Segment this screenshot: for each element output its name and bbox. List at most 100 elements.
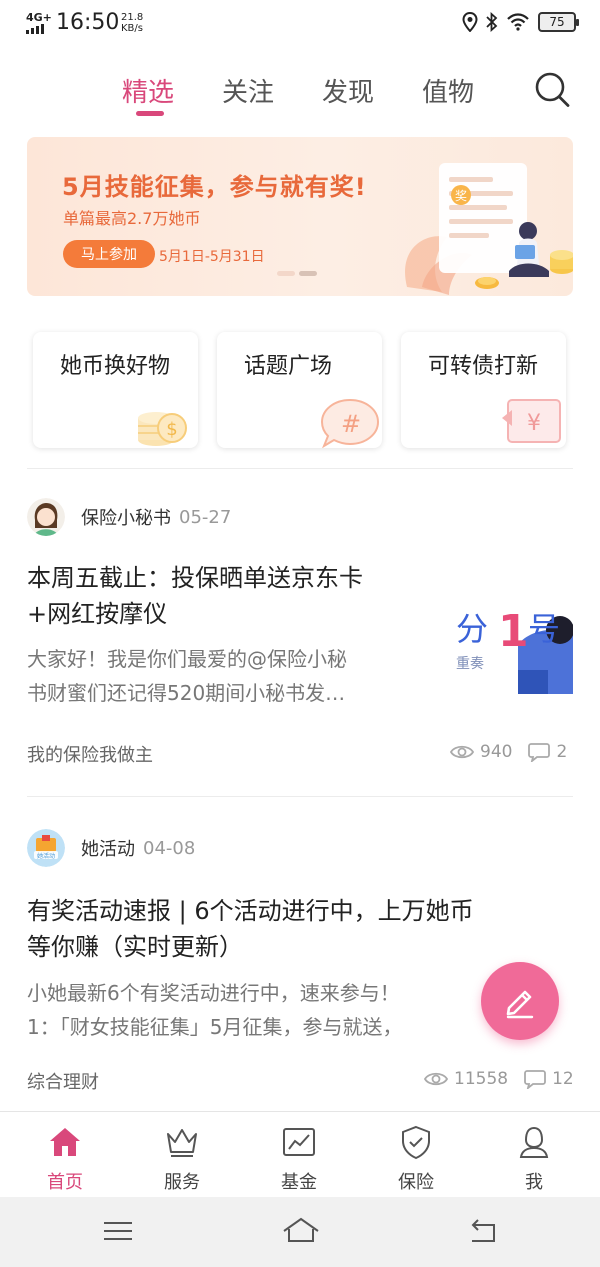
nav-label: 保险	[398, 1172, 434, 1193]
person-icon	[519, 1126, 549, 1158]
comment-icon	[524, 1070, 546, 1089]
post-excerpt-line: 大家好！我是你们最爱的@保险小秘	[27, 647, 347, 671]
avatar-caption: 她活动	[37, 852, 55, 860]
carousel-dot-active	[299, 271, 317, 276]
location-icon	[462, 12, 478, 32]
network-speed: 21.8 KB/s	[121, 12, 143, 34]
nav-insurance[interactable]: 保险	[366, 1124, 466, 1194]
network-speed-value: 21.8	[121, 12, 144, 23]
comment-icon	[528, 743, 551, 762]
post-thumbnail[interactable]: 分 1 号 重奏	[448, 600, 573, 694]
back-icon[interactable]	[466, 1215, 502, 1247]
tab-following[interactable]: 关注	[222, 72, 274, 109]
nav-me[interactable]: 我	[484, 1124, 584, 1194]
status-bar: 4G+ 16:50 21.8 KB/s 75	[0, 0, 600, 48]
thumbnail-image: 分 1 号 重奏	[448, 600, 573, 694]
network-speed-unit: KB/s	[121, 23, 143, 34]
banner-date-range: 5月1日-5月31日	[159, 249, 265, 265]
post-date: 04-08	[143, 837, 196, 859]
post-excerpt-line: 1：「财女技能征集」5月征集，参与就送，	[27, 1015, 403, 1039]
svg-text:#: #	[341, 410, 361, 438]
banner-title: 5月技能征集，参与就有奖!	[62, 173, 367, 201]
post-author[interactable]: 她活动 她活动 04-08	[27, 829, 195, 867]
avatar	[27, 498, 65, 536]
thumbnail-text-a: 分	[456, 610, 488, 648]
join-now-button[interactable]: 马上参加	[63, 240, 155, 268]
home-icon	[50, 1128, 80, 1156]
eye-icon	[450, 745, 474, 759]
chart-icon	[283, 1128, 315, 1156]
post-stats: 940 2	[450, 742, 567, 762]
thumbnail-text-b: 1	[498, 606, 529, 657]
post-tag[interactable]: 综合理财	[27, 1068, 99, 1094]
nav-label: 服务	[164, 1172, 200, 1193]
shortcut-card-topics[interactable]: 话题广场 #	[217, 332, 382, 448]
post-tag[interactable]: 我的保险我做主	[27, 741, 153, 767]
promo-banner[interactable]: 5月技能征集，参与就有奖! 单篇最高2.7万她币 马上参加 5月1日-5月31日…	[27, 137, 573, 296]
author-name: 她活动	[81, 839, 135, 860]
thumbnail-caption: 重奏	[456, 656, 484, 672]
eye-icon	[424, 1072, 448, 1086]
active-tab-indicator	[136, 111, 164, 116]
menu-icon[interactable]	[100, 1215, 136, 1247]
top-tab-bar: 精选 关注 发现 值物	[0, 60, 600, 120]
bluetooth-icon	[486, 12, 498, 32]
system-nav-bar	[0, 1197, 600, 1267]
nav-services[interactable]: 服务	[132, 1124, 232, 1194]
post-excerpt-line: 书财蜜们还记得520期间小秘书发…	[27, 681, 346, 705]
search-icon[interactable]	[532, 70, 572, 110]
post-title[interactable]: 有奖活动速报 | 6个活动进行中，上万她币 等你赚（实时更新）	[27, 893, 474, 965]
battery-indicator: 75	[538, 12, 579, 32]
svg-text:¥: ¥	[527, 411, 541, 436]
crown-icon	[167, 1129, 197, 1157]
post-date: 05-27	[179, 506, 232, 528]
carousel-indicator	[277, 271, 317, 276]
status-icons: 75	[462, 12, 579, 32]
tab-discover[interactable]: 发现	[322, 72, 374, 109]
author-name: 保险小秘书	[81, 508, 171, 529]
post-title-line: 本周五截止：投保晒单送京东卡	[27, 564, 363, 592]
signal-icon	[26, 24, 44, 34]
post-title-line: +网红按摩仪	[27, 600, 168, 628]
wifi-icon	[507, 13, 529, 31]
network-type: 4G+	[26, 11, 52, 24]
post-excerpt-line: 小她最新6个有奖活动进行中，速来参与！	[27, 981, 400, 1005]
post-excerpt: 大家好！我是你们最爱的@保险小秘 书财蜜们还记得520期间小秘书发…	[27, 642, 347, 710]
post-title[interactable]: 本周五截止：投保晒单送京东卡 +网红按摩仪	[27, 560, 363, 632]
thumbnail-text-c: 号	[528, 610, 560, 648]
section-divider	[27, 468, 573, 469]
post-stats: 11558 12	[424, 1069, 574, 1089]
banner-subtitle: 单篇最高2.7万她币	[63, 209, 201, 228]
comment-count: 2	[556, 742, 568, 762]
shortcut-card-coins[interactable]: 她币换好物 $	[33, 332, 198, 448]
nav-label: 我	[525, 1172, 543, 1193]
yuan-exchange-icon: ¥	[502, 399, 561, 443]
comment-count: 12	[552, 1069, 574, 1089]
app-root: 4G+ 16:50 21.8 KB/s 75 精选 关注 发现 值物 5月技能征…	[0, 0, 600, 1267]
post-divider	[27, 796, 573, 797]
pencil-icon	[506, 990, 534, 1019]
shortcut-card-convertible-bond[interactable]: 可转债打新 ¥	[401, 332, 566, 448]
shield-check-icon	[402, 1125, 430, 1160]
bottom-nav: 首页 服务 基金 保险 我	[0, 1111, 600, 1197]
tab-featured[interactable]: 精选	[122, 72, 174, 109]
home-nav-icon[interactable]	[281, 1215, 321, 1247]
nav-label: 首页	[47, 1172, 83, 1193]
nav-funds[interactable]: 基金	[249, 1124, 349, 1194]
shortcut-label: 可转债打新	[428, 354, 539, 379]
view-count: 940	[480, 742, 513, 762]
shortcut-label: 话题广场	[244, 354, 333, 379]
nav-home[interactable]: 首页	[15, 1124, 115, 1194]
compose-button[interactable]	[481, 962, 559, 1040]
clock: 16:50	[56, 10, 120, 35]
view-count: 11558	[454, 1069, 509, 1089]
coins-icon: $	[138, 412, 187, 446]
svg-text:$: $	[166, 419, 177, 440]
post-title-line: 等你赚（实时更新）	[27, 933, 243, 961]
banner-illustration: 奖	[405, 163, 573, 295]
tab-worth-buying[interactable]: 值物	[422, 72, 474, 109]
post-title-line: 有奖活动速报 | 6个活动进行中，上万她币	[27, 897, 474, 925]
post-author[interactable]: 保险小秘书 05-27	[27, 498, 231, 536]
banner-badge: 奖	[455, 189, 467, 203]
hashtag-bubble-icon: #	[320, 398, 380, 448]
